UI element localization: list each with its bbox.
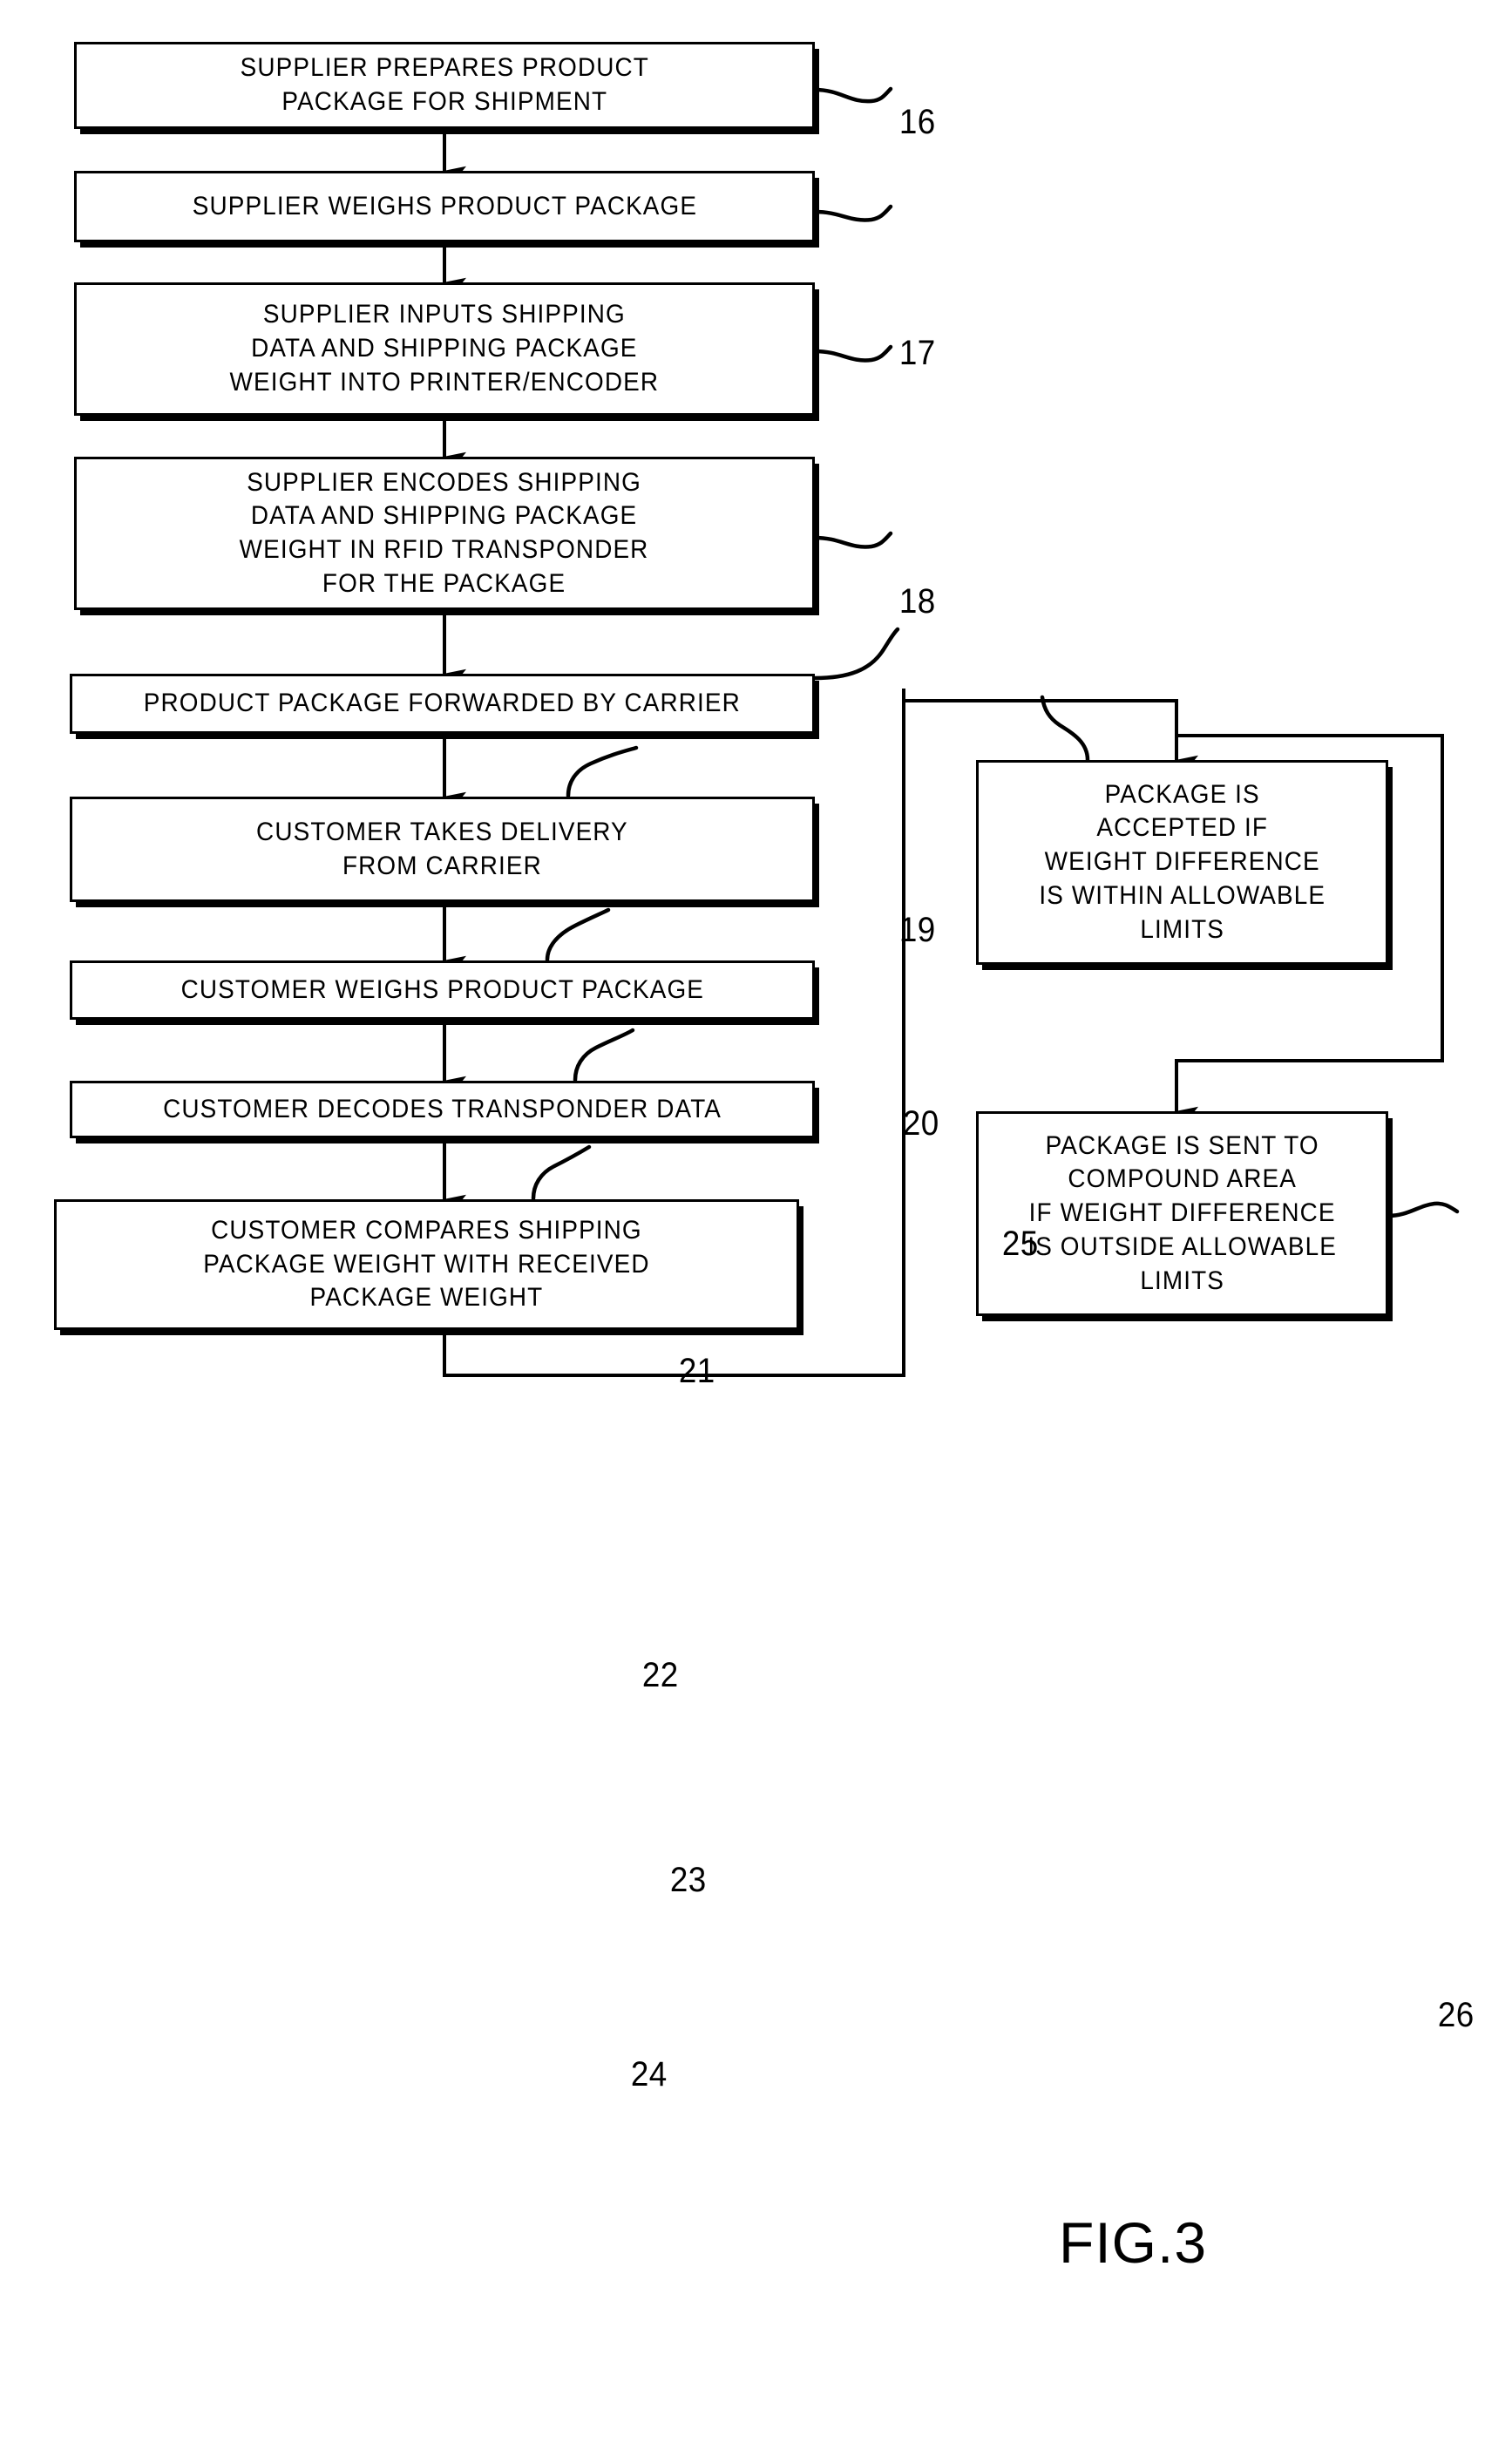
process-box-22[interactable]: CUSTOMER WEIGHS PRODUCT PACKAGE [70, 960, 815, 1020]
process-box-22-label: CUSTOMER WEIGHS PRODUCT PACKAGE [180, 974, 704, 1004]
process-box-19-label: SUPPLIER ENCODES SHIPPING DATA AND SHIPP… [240, 467, 649, 598]
leader-line-22 [545, 907, 611, 962]
process-box-18[interactable]: SUPPLIER INPUTS SHIPPING DATA AND SHIPPI… [74, 282, 815, 416]
process-box-24[interactable]: CUSTOMER COMPARES SHIPPING PACKAGE WEIGH… [54, 1199, 799, 1330]
reference-numeral-25: 25 [1001, 1225, 1039, 1263]
process-box-25[interactable]: PACKAGE IS ACCEPTED IF WEIGHT DIFFERENCE… [976, 760, 1388, 965]
reference-numeral-16: 16 [898, 103, 936, 141]
reference-numeral-17: 17 [898, 334, 936, 372]
reference-numeral-20: 20 [902, 1104, 939, 1143]
process-box-20[interactable]: PRODUCT PACKAGE FORWARDED BY CARRIER [70, 674, 815, 734]
process-box-17-label: SUPPLIER WEIGHS PRODUCT PACKAGE [192, 191, 697, 221]
process-box-21[interactable]: CUSTOMER TAKES DELIVERY FROM CARRIER [70, 797, 815, 902]
process-box-24-label: CUSTOMER COMPARES SHIPPING PACKAGE WEIGH… [203, 1215, 650, 1313]
process-box-16[interactable]: SUPPLIER PREPARES PRODUCT PACKAGE FOR SH… [74, 42, 815, 129]
process-box-25-label: PACKAGE IS ACCEPTED IF WEIGHT DIFFERENCE… [1039, 779, 1326, 944]
process-box-16-label: SUPPLIER PREPARES PRODUCT PACKAGE FOR SH… [240, 53, 649, 116]
patent-figure-page: SUPPLIER PREPARES PRODUCT PACKAGE FOR SH… [0, 0, 1512, 2443]
reference-numeral-23: 23 [669, 1861, 707, 1899]
leader-lines [531, 86, 1460, 1218]
figure-caption: FIG.3 [1059, 2210, 1208, 2275]
reference-numeral-19: 19 [898, 911, 936, 949]
leader-line-17 [812, 204, 893, 222]
process-box-17[interactable]: SUPPLIER WEIGHS PRODUCT PACKAGE [74, 171, 815, 242]
process-box-20-label: PRODUCT PACKAGE FORWARDED BY CARRIER [143, 689, 742, 718]
leader-line-24 [531, 1144, 592, 1201]
leader-line-16 [812, 86, 893, 104]
leader-line-23 [573, 1028, 635, 1082]
leader-line-21 [566, 745, 639, 798]
process-box-23-label: CUSTOMER DECODES TRANSPONDER DATA [163, 1094, 722, 1123]
reference-numeral-22: 22 [641, 1656, 679, 1694]
leader-line-26 [1386, 1201, 1460, 1218]
process-box-21-label: CUSTOMER TAKES DELIVERY FROM CARRIER [256, 817, 628, 880]
reference-numeral-21: 21 [678, 1352, 715, 1390]
leader-line-19 [812, 531, 893, 549]
process-box-23[interactable]: CUSTOMER DECODES TRANSPONDER DATA [70, 1081, 815, 1138]
process-box-18-label: SUPPLIER INPUTS SHIPPING DATA AND SHIPPI… [229, 300, 660, 397]
leader-line-25 [1040, 695, 1090, 763]
leader-line-18 [812, 344, 893, 363]
process-box-19[interactable]: SUPPLIER ENCODES SHIPPING DATA AND SHIPP… [74, 457, 815, 610]
reference-numeral-18: 18 [898, 582, 936, 621]
process-box-26-label: PACKAGE IS SENT TO COMPOUND AREA IF WEIG… [1027, 1130, 1337, 1295]
reference-numeral-24: 24 [630, 2055, 668, 2094]
leader-line-20 [812, 627, 900, 681]
reference-numeral-26: 26 [1437, 1996, 1475, 2034]
process-box-26[interactable]: PACKAGE IS SENT TO COMPOUND AREA IF WEIG… [976, 1111, 1388, 1316]
